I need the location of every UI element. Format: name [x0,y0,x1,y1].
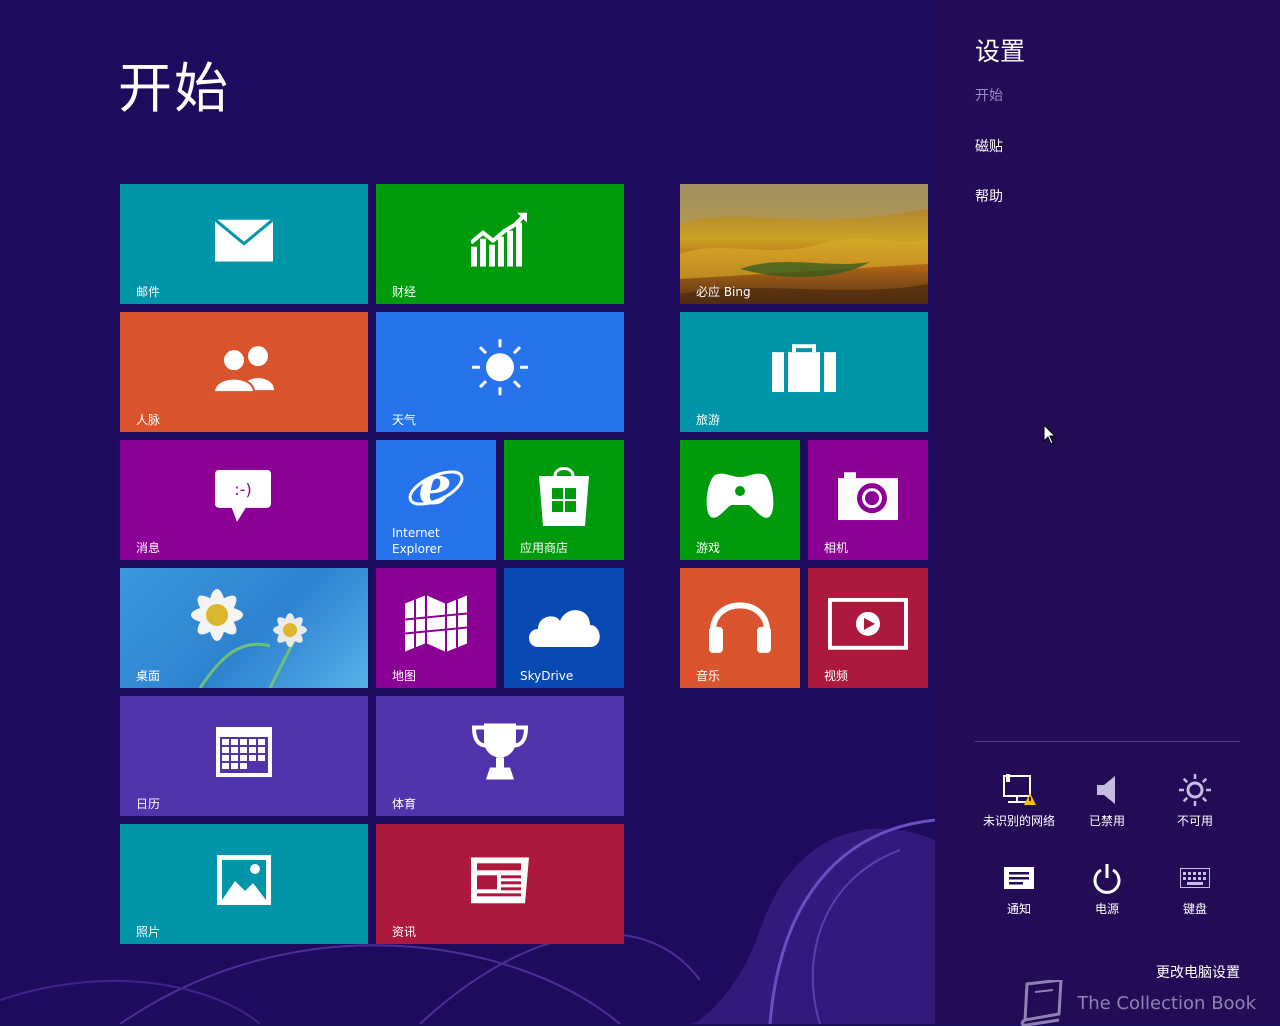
brightness-icon [1179,774,1211,806]
brightness-button[interactable]: 不可用 [1151,770,1239,829]
tile-label: 应用商店 [520,541,569,555]
keyboard-icon [1180,868,1210,888]
tile-internet-explorer[interactable]: e Internet Explorer [376,440,496,560]
mail-icon [215,219,273,262]
tile-video[interactable]: 视频 [808,568,928,688]
weather-sun-icon [472,339,528,396]
power-icon [1093,864,1121,894]
tile-label: 旅游 [696,413,721,427]
divider [975,741,1240,742]
power-label: 电源 [1094,902,1119,916]
tile-messaging[interactable]: :-) 消息 [120,440,368,560]
tile-travel[interactable]: 旅游 [680,312,928,432]
settings-subtitle: 开始 [975,88,1003,104]
tile-label: SkyDrive [520,669,574,683]
photos-icon [217,855,271,905]
tile-sports[interactable]: 体育 [376,696,624,816]
tile-bing[interactable]: 必应 Bing [680,184,928,304]
watermark-text: The Collection Book [1077,992,1256,1014]
store-bag-icon [539,467,589,527]
tile-people[interactable]: 人脉 [120,312,368,432]
tile-label: 相机 [824,541,849,555]
news-icon [471,857,529,904]
start-screen: 开始 邮件 人脉 :-) 消息 桌面 日历 照片 财经 天气 e Interne… [0,0,935,1024]
keyboard-button[interactable]: 键盘 [1151,858,1239,917]
settings-link-tiles[interactable]: 磁贴 [975,136,1003,156]
tile-label: 照片 [136,925,161,939]
tile-weather[interactable]: 天气 [376,312,624,432]
tile-label: 日历 [136,797,161,811]
tile-mail[interactable]: 邮件 [120,184,368,304]
network-warning-icon [1003,774,1036,805]
people-icon [212,346,274,393]
tile-store[interactable]: 应用商店 [504,440,624,560]
book-icon [1020,980,1063,1026]
tile-news[interactable]: 资讯 [376,824,624,944]
tile-music[interactable]: 音乐 [680,568,800,688]
tile-label: 地图 [392,669,417,683]
notifications-label: 通知 [1006,902,1031,916]
change-pc-settings-link[interactable]: 更改电脑设置 [1156,962,1240,982]
ie-logo-icon: e [408,458,464,517]
trophy-icon [472,723,528,780]
brightness-label: 不可用 [1176,814,1213,828]
tile-skydrive[interactable]: SkyDrive [504,568,624,688]
tile-label: 人脉 [136,413,161,427]
settings-panel: 设置 开始 磁贴 帮助 未识别的网络 已禁用 不可用 通知 电源 键盘 更改电脑… [935,0,1280,1024]
svg-text::-): :-) [234,480,251,499]
tile-finance[interactable]: 财经 [376,184,624,304]
mouse-cursor-icon [1043,424,1057,445]
tile-label: 必应 Bing [696,285,751,299]
notifications-button[interactable]: 通知 [975,858,1063,917]
tile-label: Internet Explorer [392,526,442,556]
tile-label: 资讯 [392,925,417,939]
cloud-icon [529,610,600,647]
network-button[interactable]: 未识别的网络 [975,770,1063,829]
tile-label: 体育 [392,797,417,811]
tile-games[interactable]: 游戏 [680,440,800,560]
svg-text:e: e [418,458,451,517]
tile-label: 邮件 [136,285,161,299]
tile-label: 天气 [392,413,417,427]
watermark: The Collection Book [1017,980,1256,1026]
notification-icon [1004,867,1034,889]
power-button[interactable]: 电源 [1063,858,1151,917]
keyboard-label: 键盘 [1182,902,1207,916]
xbox-controller-icon [706,473,774,518]
finance-chart-icon [471,212,527,267]
suitcase-icon [772,344,836,393]
start-title: 开始 [118,57,230,120]
volume-button[interactable]: 已禁用 [1063,770,1151,829]
maps-icon [405,595,467,652]
tile-calendar[interactable]: 日历 [120,696,368,816]
tile-label: 音乐 [696,669,721,683]
tile-label: 桌面 [136,669,161,683]
settings-link-help[interactable]: 帮助 [975,186,1003,206]
network-label: 未识别的网络 [982,814,1055,828]
calendar-icon [216,727,272,777]
tile-label: 财经 [392,285,417,299]
tile-label: 游戏 [696,541,721,555]
tile-maps[interactable]: 地图 [376,568,496,688]
volume-label: 已禁用 [1088,814,1125,828]
tile-label: 消息 [136,541,161,555]
tile-desktop[interactable]: 桌面 [120,568,368,688]
messaging-icon: :-) [215,469,271,522]
settings-title: 设置 [975,37,1026,66]
tile-camera[interactable]: 相机 [808,440,928,560]
camera-icon [838,472,898,521]
speaker-icon [1097,776,1115,804]
headphones-icon [709,602,771,653]
video-play-icon [828,597,908,650]
tile-photos[interactable]: 照片 [120,824,368,944]
tile-label: 视频 [824,669,849,683]
